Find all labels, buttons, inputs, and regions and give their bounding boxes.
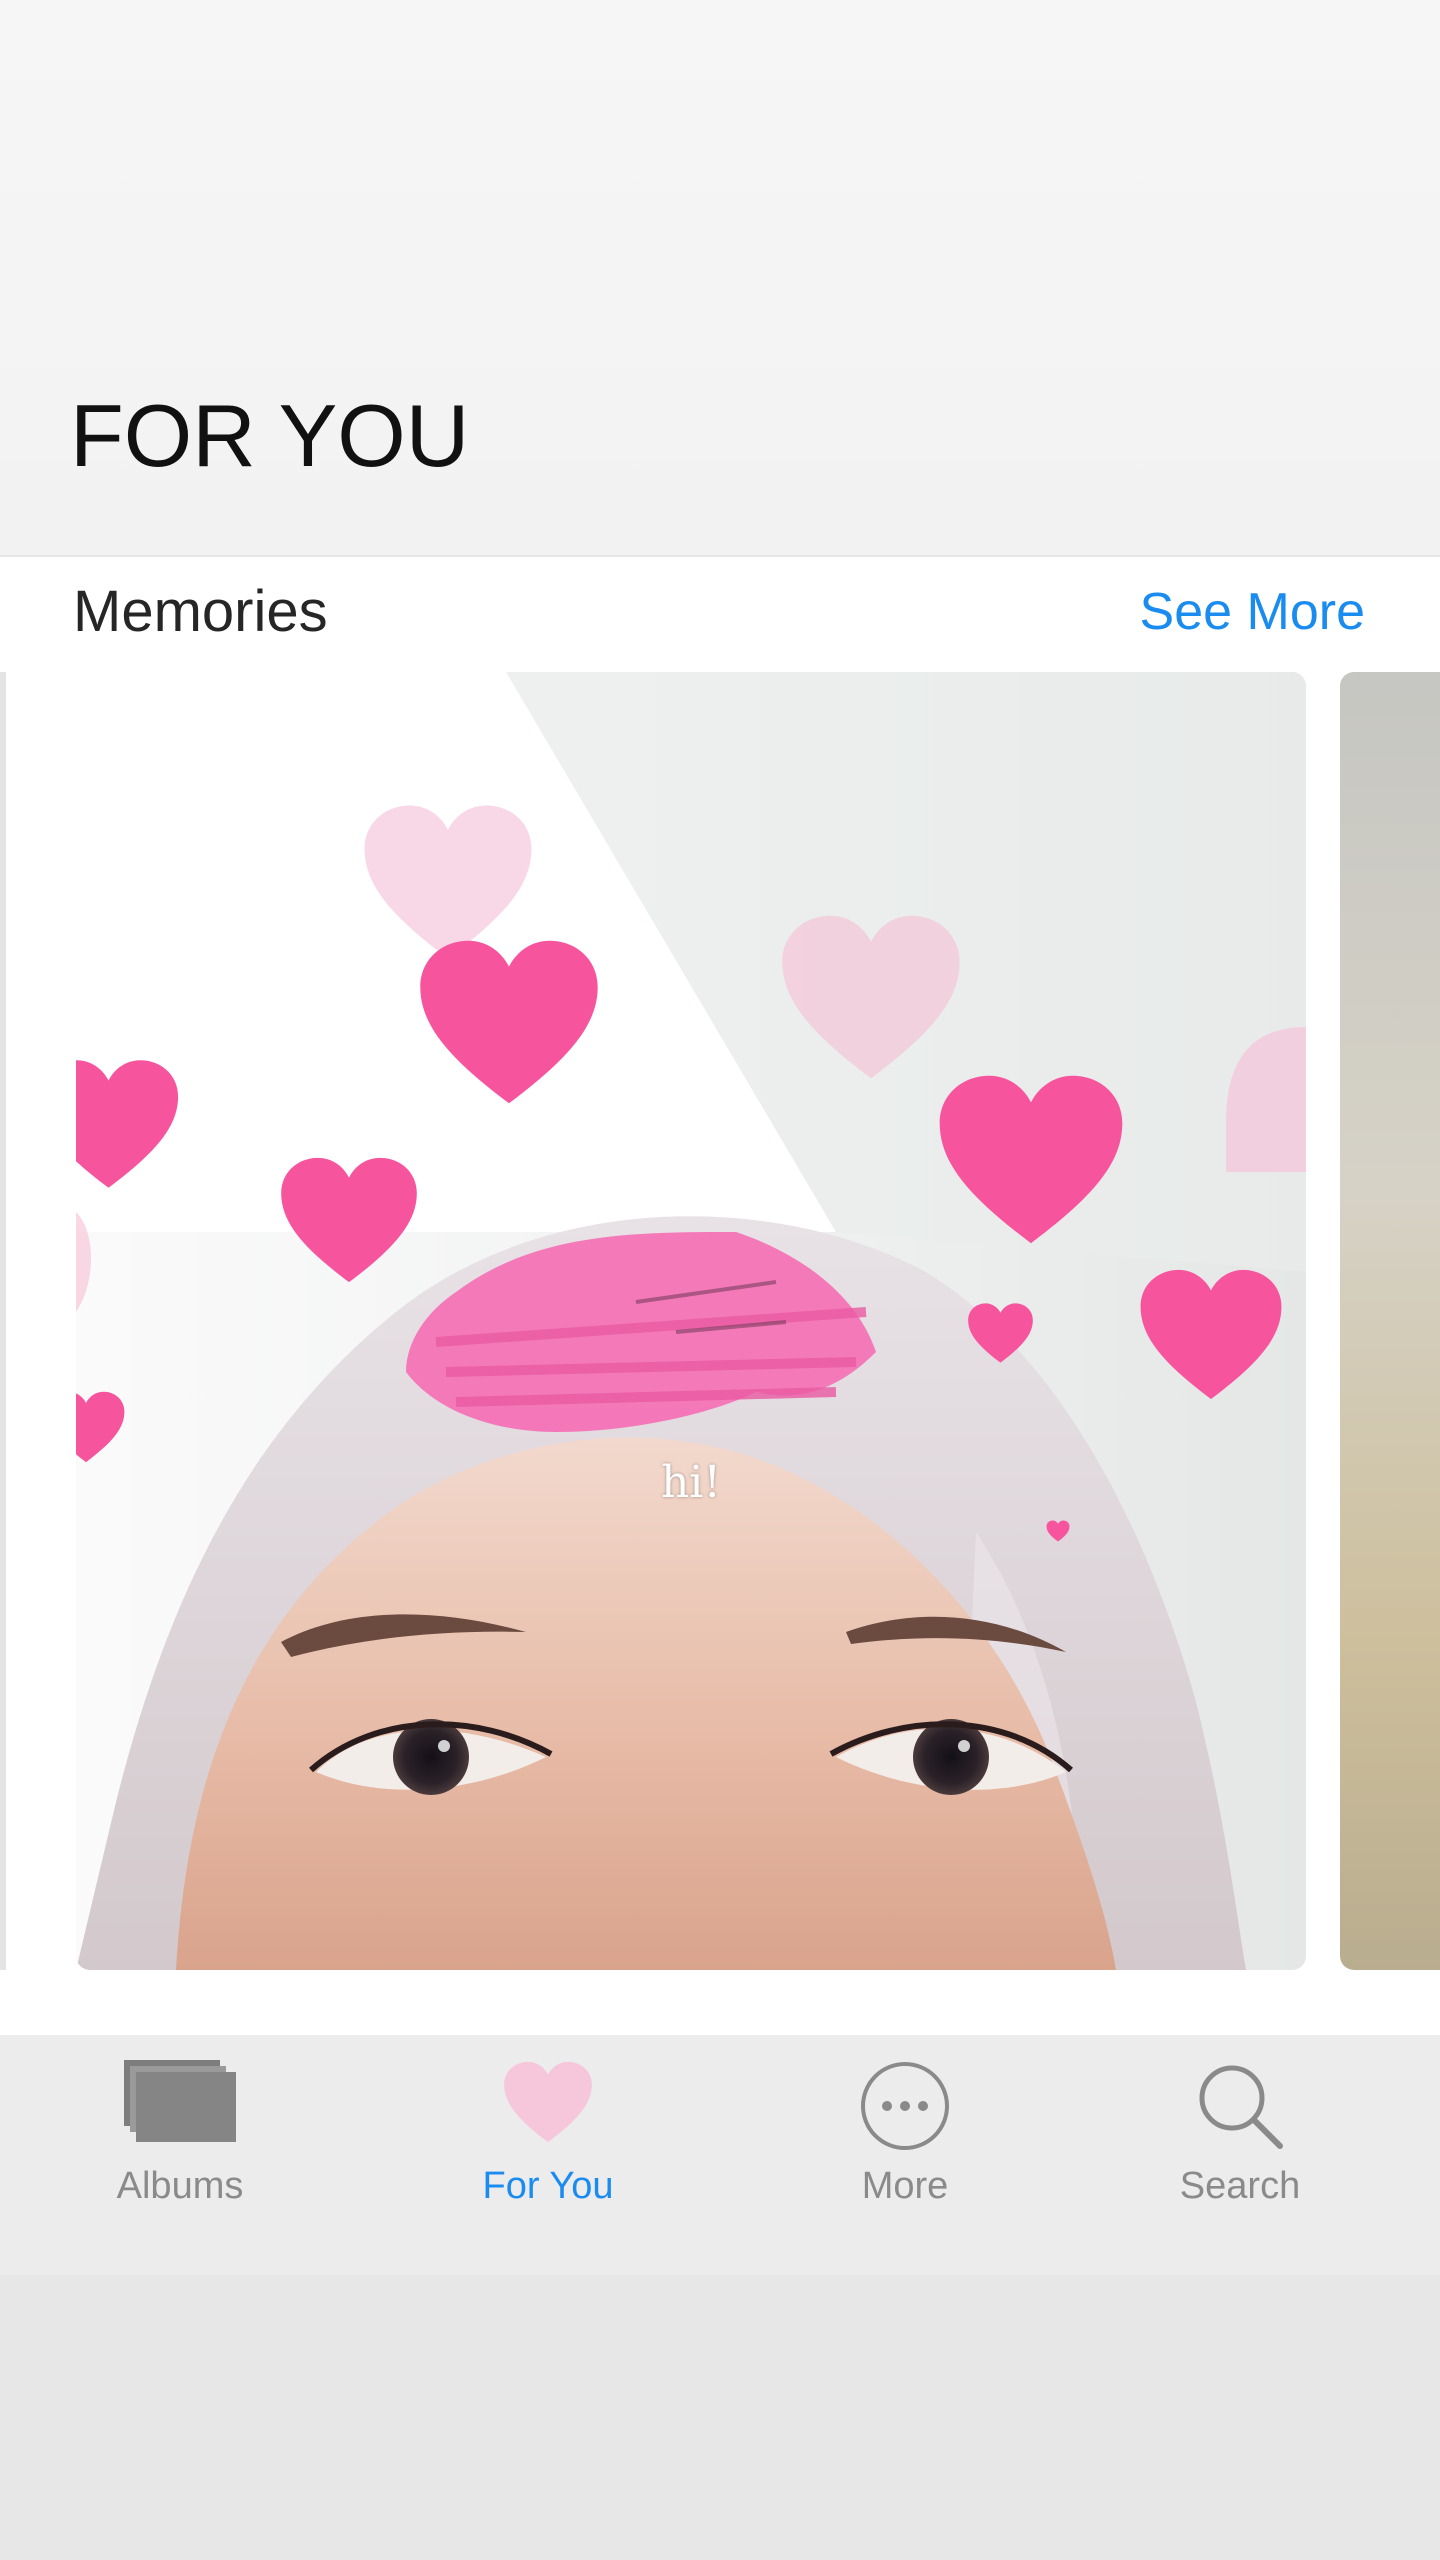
more-icon <box>859 2060 951 2157</box>
tab-albums-label: Albums <box>116 2165 244 2207</box>
bottom-area <box>0 2275 1440 2560</box>
memory-photo[interactable]: hi! <box>76 672 1306 1970</box>
memories-section-title: Memories <box>73 579 328 644</box>
previous-memory-edge[interactable] <box>0 672 6 1970</box>
tab-search[interactable]: Search <box>1140 2035 1340 2235</box>
tab-more-label: More <box>861 2165 949 2207</box>
albums-icon <box>124 2060 236 2147</box>
photo-caption: hi! <box>660 1457 722 1508</box>
tab-albums[interactable]: Albums <box>80 2035 280 2235</box>
memory-photo-image <box>76 672 1306 1970</box>
tab-more[interactable]: More <box>805 2035 1005 2235</box>
tab-for-you[interactable]: For You <box>448 2035 648 2235</box>
next-memory-peek[interactable] <box>1340 672 1440 1970</box>
heart-icon <box>502 2060 594 2149</box>
tab-search-label: Search <box>1179 2165 1301 2207</box>
search-icon <box>1194 2060 1286 2157</box>
header-area: FOR YOU <box>0 0 1440 555</box>
see-more-link[interactable]: See More <box>1140 583 1365 641</box>
tab-for-you-label: For You <box>482 2165 614 2207</box>
page-title: FOR YOU <box>70 386 470 485</box>
tab-bar: Albums For You More Search <box>0 2035 1440 2275</box>
